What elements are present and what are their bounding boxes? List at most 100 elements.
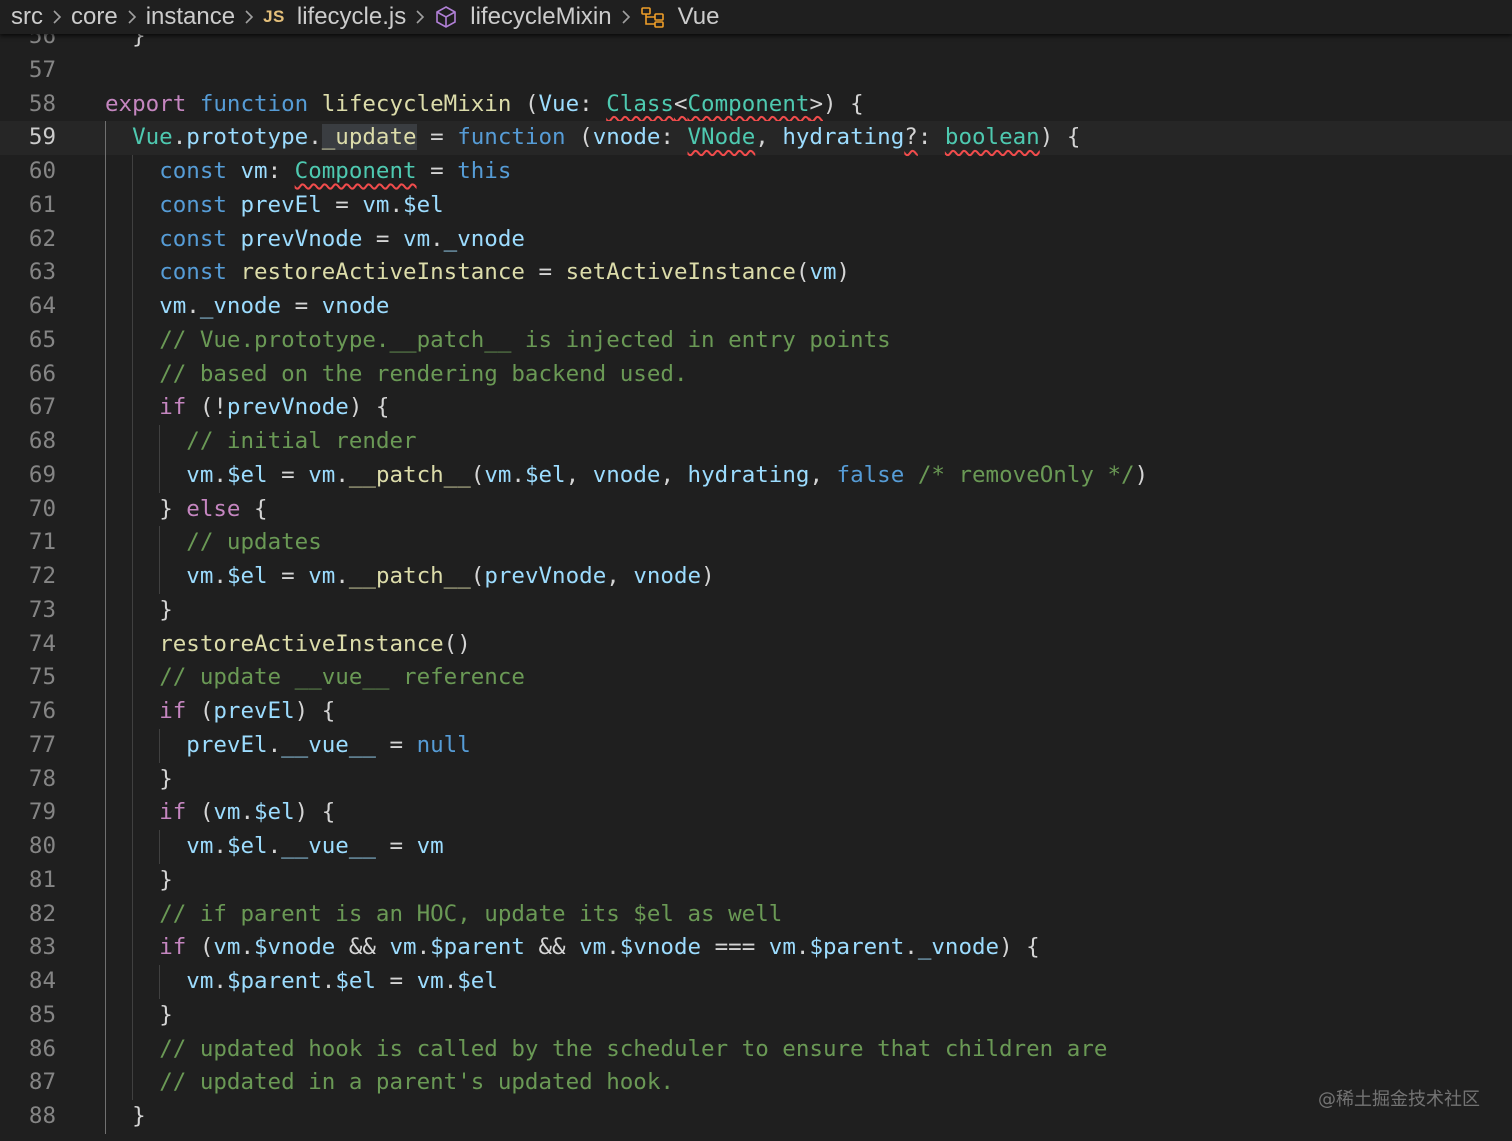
code-line[interactable]: 77 prevEl.__vue__ = null — [0, 728, 1512, 763]
code-line[interactable]: 62 const prevVnode = vm._vnode — [0, 222, 1512, 257]
code-line[interactable]: 59 Vue.prototype._update = function (vnod… — [0, 121, 1512, 155]
code-token: } — [132, 1103, 146, 1129]
line-number: 78 — [28, 765, 56, 792]
code-token: const — [159, 158, 227, 184]
code-token: vm — [579, 934, 607, 961]
code-line[interactable]: 73} — [0, 593, 1512, 628]
code-token: function — [199, 90, 309, 117]
indent-guide — [105, 492, 106, 527]
code-line[interactable]: 72 vm.$el = vm.__patch__(prevVnode, vnode… — [0, 560, 1512, 594]
breadcrumb-item-class[interactable]: Vue — [640, 3, 719, 31]
indent-guide — [105, 965, 106, 999]
code-token: $el — [226, 833, 268, 859]
indent-guide — [105, 627, 106, 662]
code-token: = — [281, 293, 322, 319]
breadcrumb-item-function[interactable]: lifecycleMixin — [434, 3, 612, 31]
code-token: < — [673, 90, 688, 117]
code-token: prevEl — [186, 731, 268, 758]
code-line[interactable]: 66 // based on the rendering backend used… — [0, 357, 1512, 392]
code-line[interactable]: 84 vm.$parent.$el = vm.$el — [0, 965, 1512, 999]
code-content: const restoreActiveInstance = setActiveI… — [159, 256, 850, 290]
code-token: $parent — [809, 934, 905, 961]
code-token: prevEl — [240, 191, 322, 218]
code-line[interactable]: 67 if (!prevVnode) { — [0, 391, 1512, 425]
code-line[interactable]: 79 if (vm.$el) { — [0, 796, 1512, 830]
code-line[interactable]: 82 // if parent is an HOC, update its $el… — [0, 897, 1512, 932]
line-number: 74 — [28, 630, 56, 657]
code-line[interactable]: 63 const restoreActiveInstance = setActiv… — [0, 256, 1512, 290]
code-line[interactable]: 87 // updated in a parent's updated hook. — [0, 1066, 1512, 1100]
code-token: _vnode — [443, 225, 525, 252]
code-token: . — [430, 225, 444, 252]
code-token: = — [362, 225, 404, 252]
code-token: vm — [403, 225, 431, 252]
code-line[interactable]: 74 restoreActiveInstance() — [0, 627, 1512, 662]
code-line[interactable]: 78} — [0, 762, 1512, 797]
indent-guide — [105, 762, 106, 797]
code-editor[interactable]: src core instance JS lifecycle.js lifecy… — [0, 0, 1512, 1141]
indent-guide — [105, 458, 106, 493]
indent-guide — [105, 560, 106, 594]
code-token: ( — [470, 563, 485, 589]
code-token: // updated in a parent's updated hook. — [159, 1069, 674, 1096]
code-token: $parent — [226, 968, 322, 994]
code-token: $vnode — [254, 934, 336, 961]
code-token: . — [186, 293, 200, 319]
code-token: $el — [254, 799, 295, 826]
code-line[interactable]: 69 vm.$el = vm.__patch__(vm.$el, vnode, h… — [0, 458, 1512, 493]
code-line[interactable]: 76 if (prevEl) { — [0, 695, 1512, 729]
code-content: Vue.prototype._update = function (vnode:… — [132, 121, 1080, 155]
code-line[interactable]: 75 // update __vue__ reference — [0, 661, 1512, 695]
code-line[interactable]: 71 // updates — [0, 526, 1512, 560]
code-token: Component — [294, 158, 417, 184]
line-number: 81 — [28, 866, 56, 893]
breadcrumb-item-core[interactable]: core — [71, 3, 118, 31]
code-line[interactable]: 58 export function lifecycleMixin (Vue: C… — [0, 88, 1512, 122]
code-token: && — [335, 934, 390, 961]
code-token: . — [213, 968, 227, 994]
code-line[interactable]: 88} — [0, 1100, 1512, 1134]
code-line[interactable]: 65 // Vue.prototype.__patch__ is injected… — [0, 323, 1512, 358]
code-token: vnode — [592, 461, 661, 488]
breadcrumb-item-file[interactable]: JS lifecycle.js — [263, 3, 406, 31]
code-line[interactable]: 81} — [0, 863, 1512, 898]
code-line[interactable]: 86 // updated hook is called by the sched… — [0, 1032, 1512, 1067]
code-token: ) — [701, 563, 715, 589]
code-line[interactable]: 80 vm.$el.__vue__ = vm — [0, 830, 1512, 864]
code-line[interactable]: 64 vm._vnode = vnode — [0, 290, 1512, 324]
code-line[interactable]: 60 const vm: Component = this — [0, 155, 1512, 189]
indent-guide — [132, 425, 134, 459]
code-token: const — [159, 225, 227, 252]
code-token: (! — [186, 394, 227, 421]
code-area[interactable]: 56} 57 58 export function lifecycleMixin (V… — [0, 20, 1512, 1134]
code-token: __patch__ — [348, 563, 471, 589]
indent-guide — [132, 830, 134, 864]
code-token: vm — [240, 158, 268, 184]
indent-guide — [105, 357, 106, 392]
code-content: if (prevEl) { — [159, 695, 335, 729]
code-token: > — [809, 90, 823, 117]
breadcrumb-item-src[interactable]: src — [11, 3, 43, 31]
code-line[interactable]: 57 — [0, 54, 1512, 88]
breadcrumb-label: lifecycleMixin — [470, 3, 612, 30]
code-token: ( — [511, 90, 539, 117]
code-token: ( — [470, 461, 485, 488]
breadcrumb-item-instance[interactable]: instance — [146, 3, 235, 31]
code-token: } — [159, 765, 173, 792]
code-line[interactable]: 70} else { — [0, 492, 1512, 527]
code-token: setActiveInstance — [565, 259, 796, 286]
breadcrumb: src core instance JS lifecycle.js lifecy… — [0, 0, 1512, 34]
code-token: // based on the rendering backend used. — [159, 360, 688, 387]
code-token: prevVnode — [484, 563, 607, 589]
code-line[interactable]: 83 if (vm.$vnode && vm.$parent && vm.$vno… — [0, 931, 1512, 965]
code-line[interactable]: 61 const prevEl = vm.$el — [0, 188, 1512, 223]
indent-guide — [105, 830, 106, 864]
code-token: = — [321, 191, 363, 218]
code-line[interactable]: 85} — [0, 998, 1512, 1033]
code-line[interactable]: 68 // initial render — [0, 425, 1512, 459]
code-content: const vm: Component = this — [159, 155, 511, 189]
code-token: _vnode — [917, 934, 1000, 961]
code-token: // update __vue__ reference — [159, 664, 525, 691]
code-token: ) { — [1039, 124, 1081, 151]
